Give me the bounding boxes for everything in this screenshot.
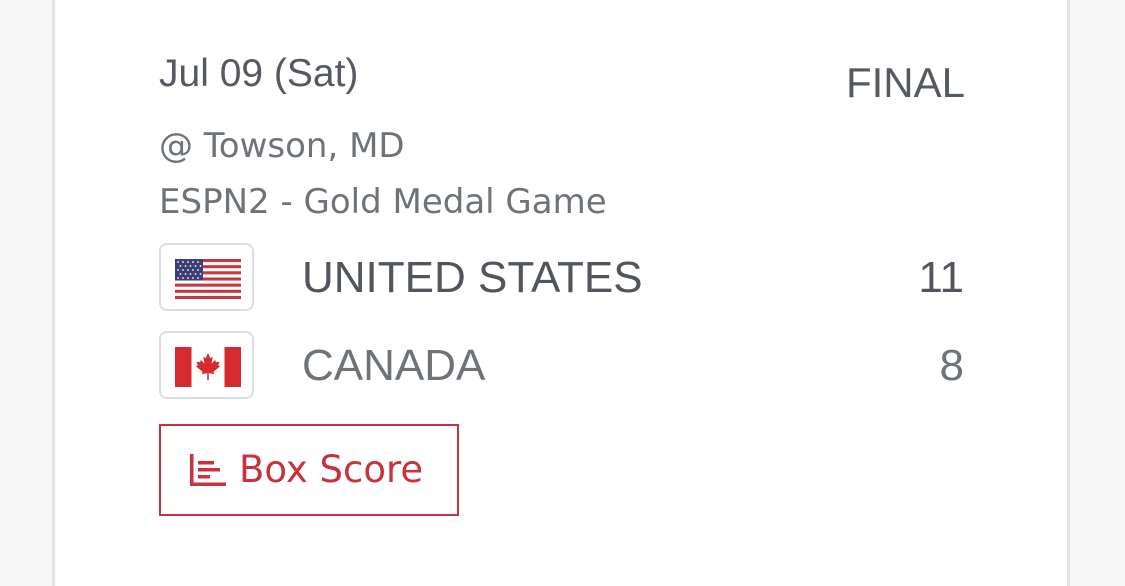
game-location: @ Towson, MD xyxy=(159,126,405,166)
canada-flag-icon xyxy=(159,331,254,399)
team-score: 8 xyxy=(939,341,964,390)
box-score-label: Box Score xyxy=(239,448,424,491)
us-flag-icon xyxy=(159,243,254,311)
game-status: FINAL xyxy=(845,59,965,106)
team-row-canada: CANADA 8 xyxy=(159,331,964,399)
team-score: 11 xyxy=(918,253,964,302)
team-name: CANADA xyxy=(302,341,486,390)
bar-chart-icon xyxy=(188,452,228,493)
box-score-button[interactable]: Box Score xyxy=(159,424,459,516)
team-row-united-states: UNITED STATES 11 xyxy=(159,243,964,311)
game-broadcast: ESPN2 - Gold Medal Game xyxy=(159,182,607,222)
game-date: Jul 09 (Sat) xyxy=(159,52,359,95)
team-name: UNITED STATES xyxy=(302,253,643,302)
